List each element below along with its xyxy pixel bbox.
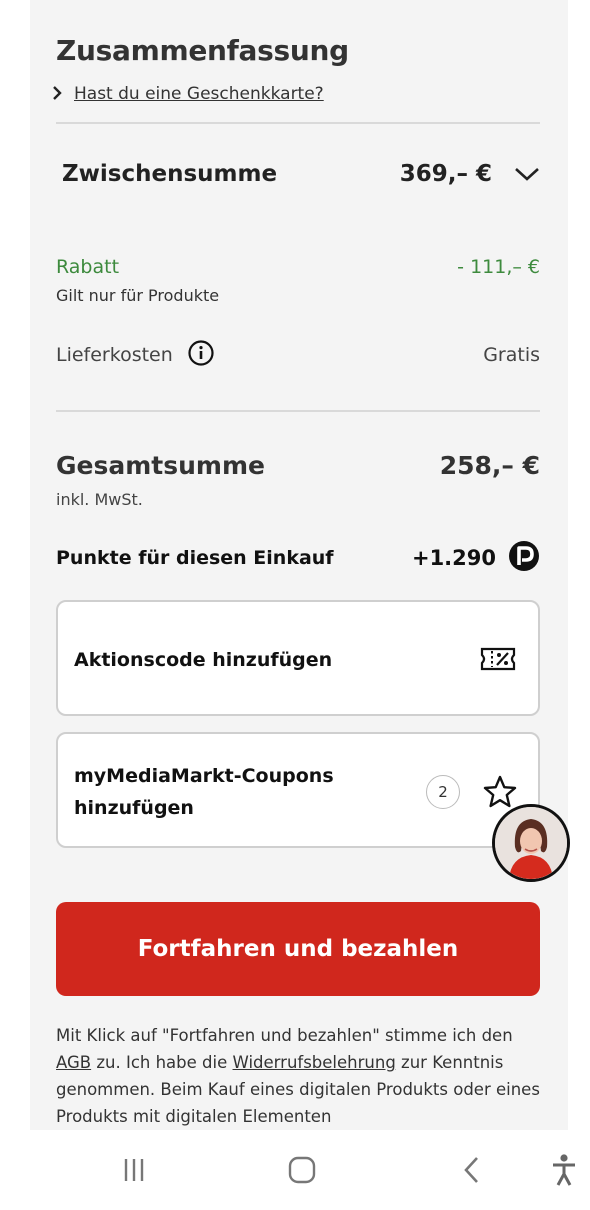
total-row: Gesamtsumme 258,– € xyxy=(56,446,540,484)
coupon-count-badge: 2 xyxy=(426,775,460,809)
subtotal-row[interactable]: Zwischensumme 369,– € xyxy=(56,156,540,192)
ticket-percent-icon xyxy=(480,646,516,676)
total-label: Gesamtsumme xyxy=(56,450,265,480)
summary-card: Zusammenfassung Hast du eine Geschenkkar… xyxy=(30,0,568,1130)
continue-and-pay-button[interactable]: Fortfahren und bezahlen xyxy=(56,902,540,996)
accessibility-icon[interactable] xyxy=(546,1152,582,1188)
coupons-label-line2: hinzufügen xyxy=(74,797,194,819)
withdrawal-policy-link[interactable]: Widerrufsbelehrung xyxy=(233,1053,396,1072)
agb-link[interactable]: AGB xyxy=(56,1053,91,1072)
system-navigation-bar xyxy=(0,1130,590,1210)
legal-text-part: Mit Klick auf "Fortfahren und bezahlen" … xyxy=(56,1026,513,1045)
info-icon[interactable] xyxy=(187,339,215,371)
coupons-button[interactable]: myMediaMarkt-Coupons hinzufügen 2 xyxy=(56,732,540,848)
recent-apps-icon[interactable] xyxy=(116,1152,152,1188)
gift-card-link[interactable]: Hast du eine Geschenkkarte? xyxy=(74,84,324,104)
promo-code-button[interactable]: Aktionscode hinzufügen xyxy=(56,600,540,716)
shipping-value: Gratis xyxy=(483,344,540,366)
back-icon[interactable] xyxy=(454,1152,490,1188)
discount-value: - 111,– € xyxy=(457,256,540,278)
legal-text: Mit Klick auf "Fortfahren und bezahlen" … xyxy=(56,1022,542,1130)
shipping-row: Lieferkosten Gratis xyxy=(56,338,540,372)
promo-code-label: Aktionscode hinzufügen xyxy=(74,649,333,671)
divider xyxy=(56,410,540,412)
coupons-label-line1: myMediaMarkt-Coupons xyxy=(74,765,334,787)
vat-note: inkl. MwSt. xyxy=(56,490,143,509)
home-icon[interactable] xyxy=(284,1152,320,1188)
gift-card-toggle[interactable]: Hast du eine Geschenkkarte? xyxy=(52,84,324,104)
points-row: Punkte für diesen Einkauf +1.290 xyxy=(56,540,540,576)
discount-label: Rabatt xyxy=(56,256,120,278)
discount-note: Gilt nur für Produkte xyxy=(56,286,220,305)
payback-p-icon xyxy=(508,540,540,576)
total-value: 258,– € xyxy=(439,450,540,480)
legal-text-part: zu. Ich habe die xyxy=(91,1053,233,1072)
shipping-label: Lieferkosten xyxy=(56,344,173,366)
page-title: Zusammenfassung xyxy=(56,34,349,67)
support-agent-avatar[interactable] xyxy=(492,804,570,882)
chevron-right-icon xyxy=(52,85,66,104)
points-value: +1.290 xyxy=(411,546,496,570)
points-label: Punkte für diesen Einkauf xyxy=(56,547,334,569)
subtotal-label: Zwischensumme xyxy=(62,161,278,187)
divider xyxy=(56,122,540,124)
discount-row: Rabatt - 111,– € xyxy=(56,252,540,282)
chevron-down-icon[interactable] xyxy=(514,166,540,182)
subtotal-value: 369,– € xyxy=(399,161,492,187)
